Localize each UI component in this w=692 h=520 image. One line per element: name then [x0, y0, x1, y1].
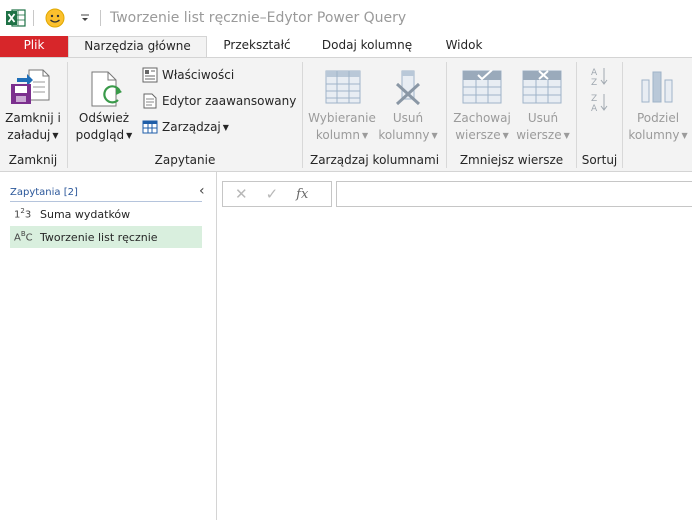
tab-transform[interactable]: Przekształć [207, 36, 307, 58]
svg-text:A: A [591, 104, 598, 112]
collapse-chevron-left-icon[interactable]: ‹ [199, 183, 205, 199]
group-label-query: Zapytanie [154, 153, 216, 167]
group-label-sort: Sortuj [581, 153, 618, 167]
advanced-editor-button[interactable]: Edytor zaawansowany [142, 91, 296, 111]
manage-label: Zarządzaj [162, 120, 221, 134]
number-type-icon: 123 [14, 207, 32, 221]
smiley-feedback-icon[interactable] [45, 8, 65, 31]
data-preview-area [218, 212, 692, 520]
split-column-label: Podziel kolumny ▼ [628, 111, 688, 142]
query-item-label: Tworzenie list ręcznie [40, 230, 158, 244]
title-bar: Tworzenie list ręcznie–Edytor Power Quer… [0, 0, 692, 36]
properties-icon [142, 67, 158, 83]
queries-pane: Zapytania [2] ‹ 123 Suma wydatków ABC Tw… [0, 172, 217, 520]
keep-rows-button[interactable]: Zachowaj wiersze ▼ [450, 62, 514, 150]
choose-columns-icon [325, 70, 361, 107]
manage-button[interactable]: Zarządzaj ▼ [142, 117, 229, 137]
split-column-button[interactable]: Podziel kolumny ▼ [626, 62, 690, 150]
remove-rows-button[interactable]: Usuń wiersze ▼ [514, 62, 572, 150]
confirm-formula-icon[interactable]: ✓ [266, 185, 279, 203]
group-label-close: Zamknij [8, 153, 58, 167]
tab-file[interactable]: Plik [0, 36, 68, 58]
remove-columns-button[interactable]: Usuń kolumny ▼ [378, 62, 438, 150]
sort-descending-icon[interactable]: Z A [591, 92, 609, 115]
advanced-editor-label: Edytor zaawansowany [162, 94, 297, 108]
group-label-manage-columns: Zarządzaj kolumnami [309, 153, 440, 167]
formula-buttons: ✕ ✓ fx [222, 181, 332, 207]
remove-rows-icon [522, 70, 562, 107]
refresh-preview-label: Odśwież podgląd ▼ [75, 111, 133, 142]
close-and-load-button[interactable]: Zamknij i załaduj ▼ [2, 62, 64, 150]
ribbon: Zamknij i załaduj ▼ Zamknij Odśwież podgl… [0, 57, 692, 172]
advanced-editor-icon [143, 93, 157, 109]
choose-columns-label: Wybieranie kolumn ▼ [308, 111, 376, 142]
refresh-preview-button[interactable]: Odśwież podgląd ▼ [72, 62, 136, 150]
quick-access-dropdown-icon[interactable] [80, 12, 90, 26]
group-separator [622, 62, 623, 168]
query-item-tworzenie-list[interactable]: ABC Tworzenie list ręcznie [10, 226, 202, 248]
excel-logo-icon [6, 9, 26, 30]
split-column-icon [640, 68, 674, 107]
svg-text:A: A [591, 68, 598, 78]
query-item-suma-wydatkow[interactable]: 123 Suma wydatków [10, 203, 202, 225]
close-and-load-label: Zamknij i załaduj ▼ [5, 111, 61, 142]
close-and-load-icon [11, 68, 51, 109]
svg-text:Z: Z [591, 94, 597, 104]
queries-header: Zapytania [2] [10, 187, 78, 198]
svg-text:Z: Z [591, 78, 597, 86]
fx-icon[interactable]: fx [296, 187, 308, 202]
window-title: Tworzenie list ręcznie–Edytor Power Quer… [110, 10, 407, 26]
sort-ascending-icon[interactable]: A Z [591, 66, 609, 89]
cancel-formula-icon[interactable]: ✕ [235, 185, 248, 203]
divider [33, 10, 34, 26]
ribbon-tabs: Plik Narzędzia główne Przekształć Dodaj … [0, 36, 692, 58]
formula-input[interactable] [336, 181, 692, 207]
choose-columns-button[interactable]: Wybieranie kolumn ▼ [306, 62, 378, 150]
query-item-label: Suma wydatków [40, 207, 131, 221]
divider [10, 201, 202, 202]
manage-table-icon [142, 120, 158, 134]
refresh-icon [90, 70, 124, 111]
remove-rows-label: Usuń wiersze ▼ [516, 111, 570, 142]
keep-rows-icon [462, 69, 502, 107]
tab-home[interactable]: Narzędzia główne [68, 36, 207, 58]
remove-columns-icon [393, 70, 423, 109]
group-label-reduce-rows: Zmniejsz wiersze [459, 153, 564, 167]
remove-columns-label: Usuń kolumny ▼ [378, 111, 438, 142]
tab-add-column[interactable]: Dodaj kolumnę [307, 36, 427, 58]
divider [100, 10, 101, 26]
tab-view[interactable]: Widok [427, 36, 501, 58]
text-type-icon: ABC [14, 230, 33, 244]
properties-button[interactable]: Właściwości [142, 65, 234, 85]
keep-rows-label: Zachowaj wiersze ▼ [453, 111, 511, 142]
properties-label: Właściwości [162, 68, 235, 82]
